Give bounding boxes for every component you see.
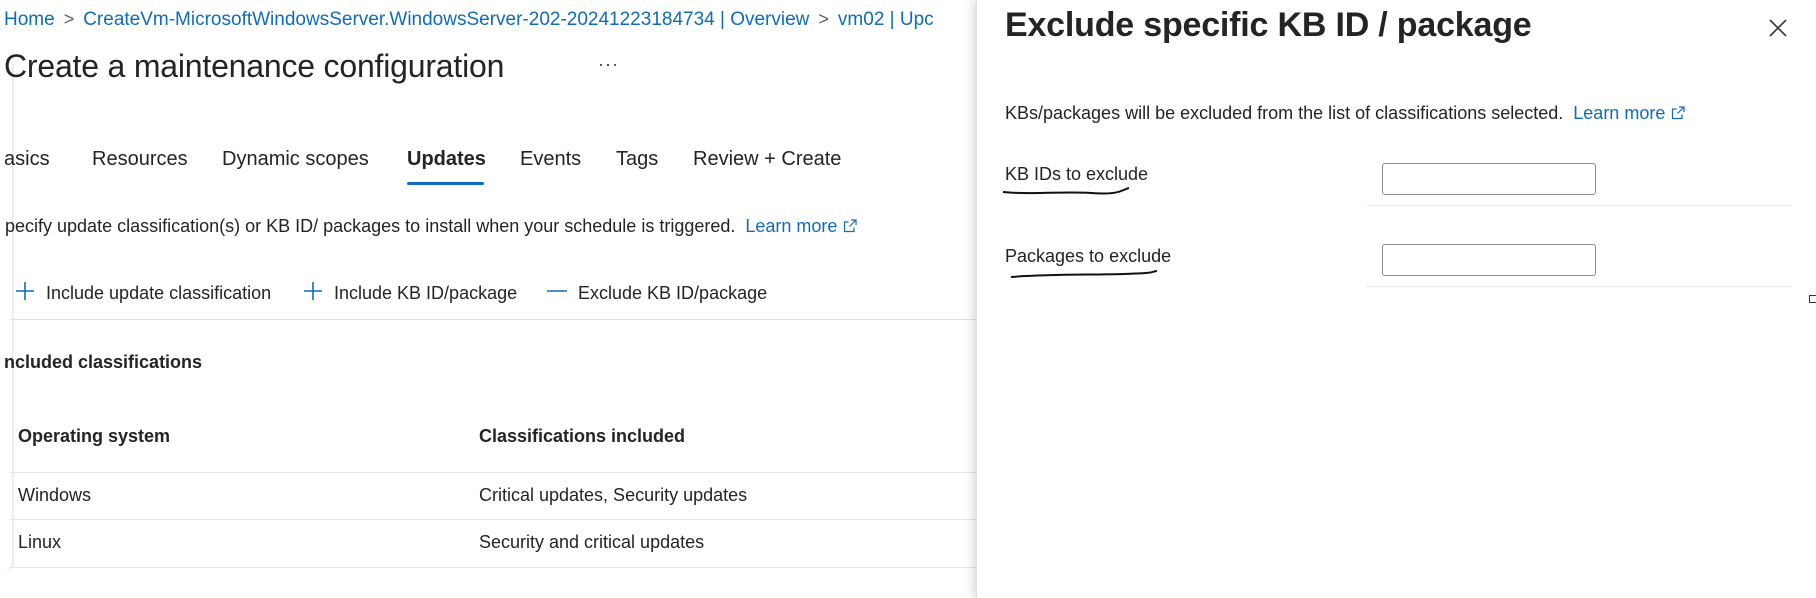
tab-resources[interactable]: Resources (92, 148, 188, 171)
field-divider (1366, 205, 1792, 206)
external-link-icon (1671, 104, 1685, 125)
panel-learn-more-link[interactable]: Learn more (1573, 103, 1665, 123)
plus-icon (302, 280, 334, 307)
underline-annotation (1010, 270, 1158, 278)
include-kb-label: Include KB ID/package (334, 283, 518, 303)
breadcrumb-home[interactable]: Home (4, 9, 55, 30)
cell-classifications: Critical updates, Security updates (479, 485, 748, 505)
divider (10, 319, 976, 320)
table-row[interactable]: Windows Critical updates, Security updat… (10, 472, 976, 520)
resize-handle[interactable] (1809, 295, 1816, 303)
exclude-kb-panel: Exclude specific KB ID / package KBs/pac… (976, 0, 1816, 598)
tab-review-create[interactable]: Review + Create (693, 148, 841, 171)
field-divider (1366, 286, 1792, 287)
tab-events[interactable]: Events (520, 148, 581, 171)
panel-title: Exclude specific KB ID / package (1005, 6, 1532, 44)
tab-tags[interactable]: Tags (616, 148, 658, 171)
updates-description: pecify update classification(s) or KB ID… (5, 216, 858, 238)
column-header-os: Operating system (18, 426, 171, 446)
panel-description: KBs/packages will be excluded from the l… (1005, 103, 1685, 125)
learn-more-link[interactable]: Learn more (745, 216, 837, 236)
more-icon[interactable]: ··· (598, 54, 619, 75)
packages-label: Packages to exclude (1005, 246, 1172, 266)
breadcrumb-resource-group[interactable]: CreateVm-MicrosoftWindowsServer.WindowsS… (83, 9, 809, 30)
kb-ids-input[interactable] (1382, 163, 1596, 195)
plus-icon (14, 280, 46, 307)
description-text: pecify update classification(s) or KB ID… (5, 216, 736, 236)
cell-os: Windows (18, 485, 92, 505)
packages-input[interactable] (1382, 244, 1596, 276)
panel-description-text: KBs/packages will be excluded from the l… (1005, 103, 1564, 123)
external-link-icon (843, 217, 858, 238)
include-classification-button[interactable]: Include update classification (14, 280, 271, 307)
breadcrumb: Home > CreateVm-MicrosoftWindowsServer.Win… (4, 9, 934, 31)
cell-os: Linux (18, 532, 62, 552)
tab-dynamic-scopes[interactable]: Dynamic scopes (222, 148, 369, 171)
underline-annotation (1002, 187, 1130, 195)
exclude-kb-label: Exclude KB ID/package (578, 283, 768, 303)
section-title: ncluded classifications (4, 352, 203, 372)
exclude-kb-button[interactable]: Exclude KB ID/package (546, 280, 767, 307)
table-row[interactable]: Linux Security and critical updates (10, 519, 976, 568)
close-icon[interactable] (1766, 16, 1790, 40)
tab-updates[interactable]: Updates (407, 148, 486, 171)
chevron-right-icon: > (818, 9, 829, 29)
chevron-right-icon: > (63, 9, 75, 29)
include-classification-label: Include update classification (46, 283, 272, 303)
column-header-classifications: Classifications included (479, 426, 686, 446)
active-tab-indicator (407, 182, 484, 185)
minus-icon (546, 280, 578, 307)
page-title: Create a maintenance configuration (4, 48, 505, 84)
breadcrumb-vm[interactable]: vm02 | Upc (838, 9, 934, 30)
main-page: Home > CreateVm-MicrosoftWindowsServer.Win… (0, 0, 976, 598)
cell-classifications: Security and critical updates (479, 532, 705, 552)
kb-ids-label: KB IDs to exclude (1005, 164, 1149, 184)
command-bar: Include update classification Include KB… (0, 280, 976, 310)
include-kb-button[interactable]: Include KB ID/package (302, 280, 517, 307)
tab-basics[interactable]: asics (4, 148, 50, 171)
